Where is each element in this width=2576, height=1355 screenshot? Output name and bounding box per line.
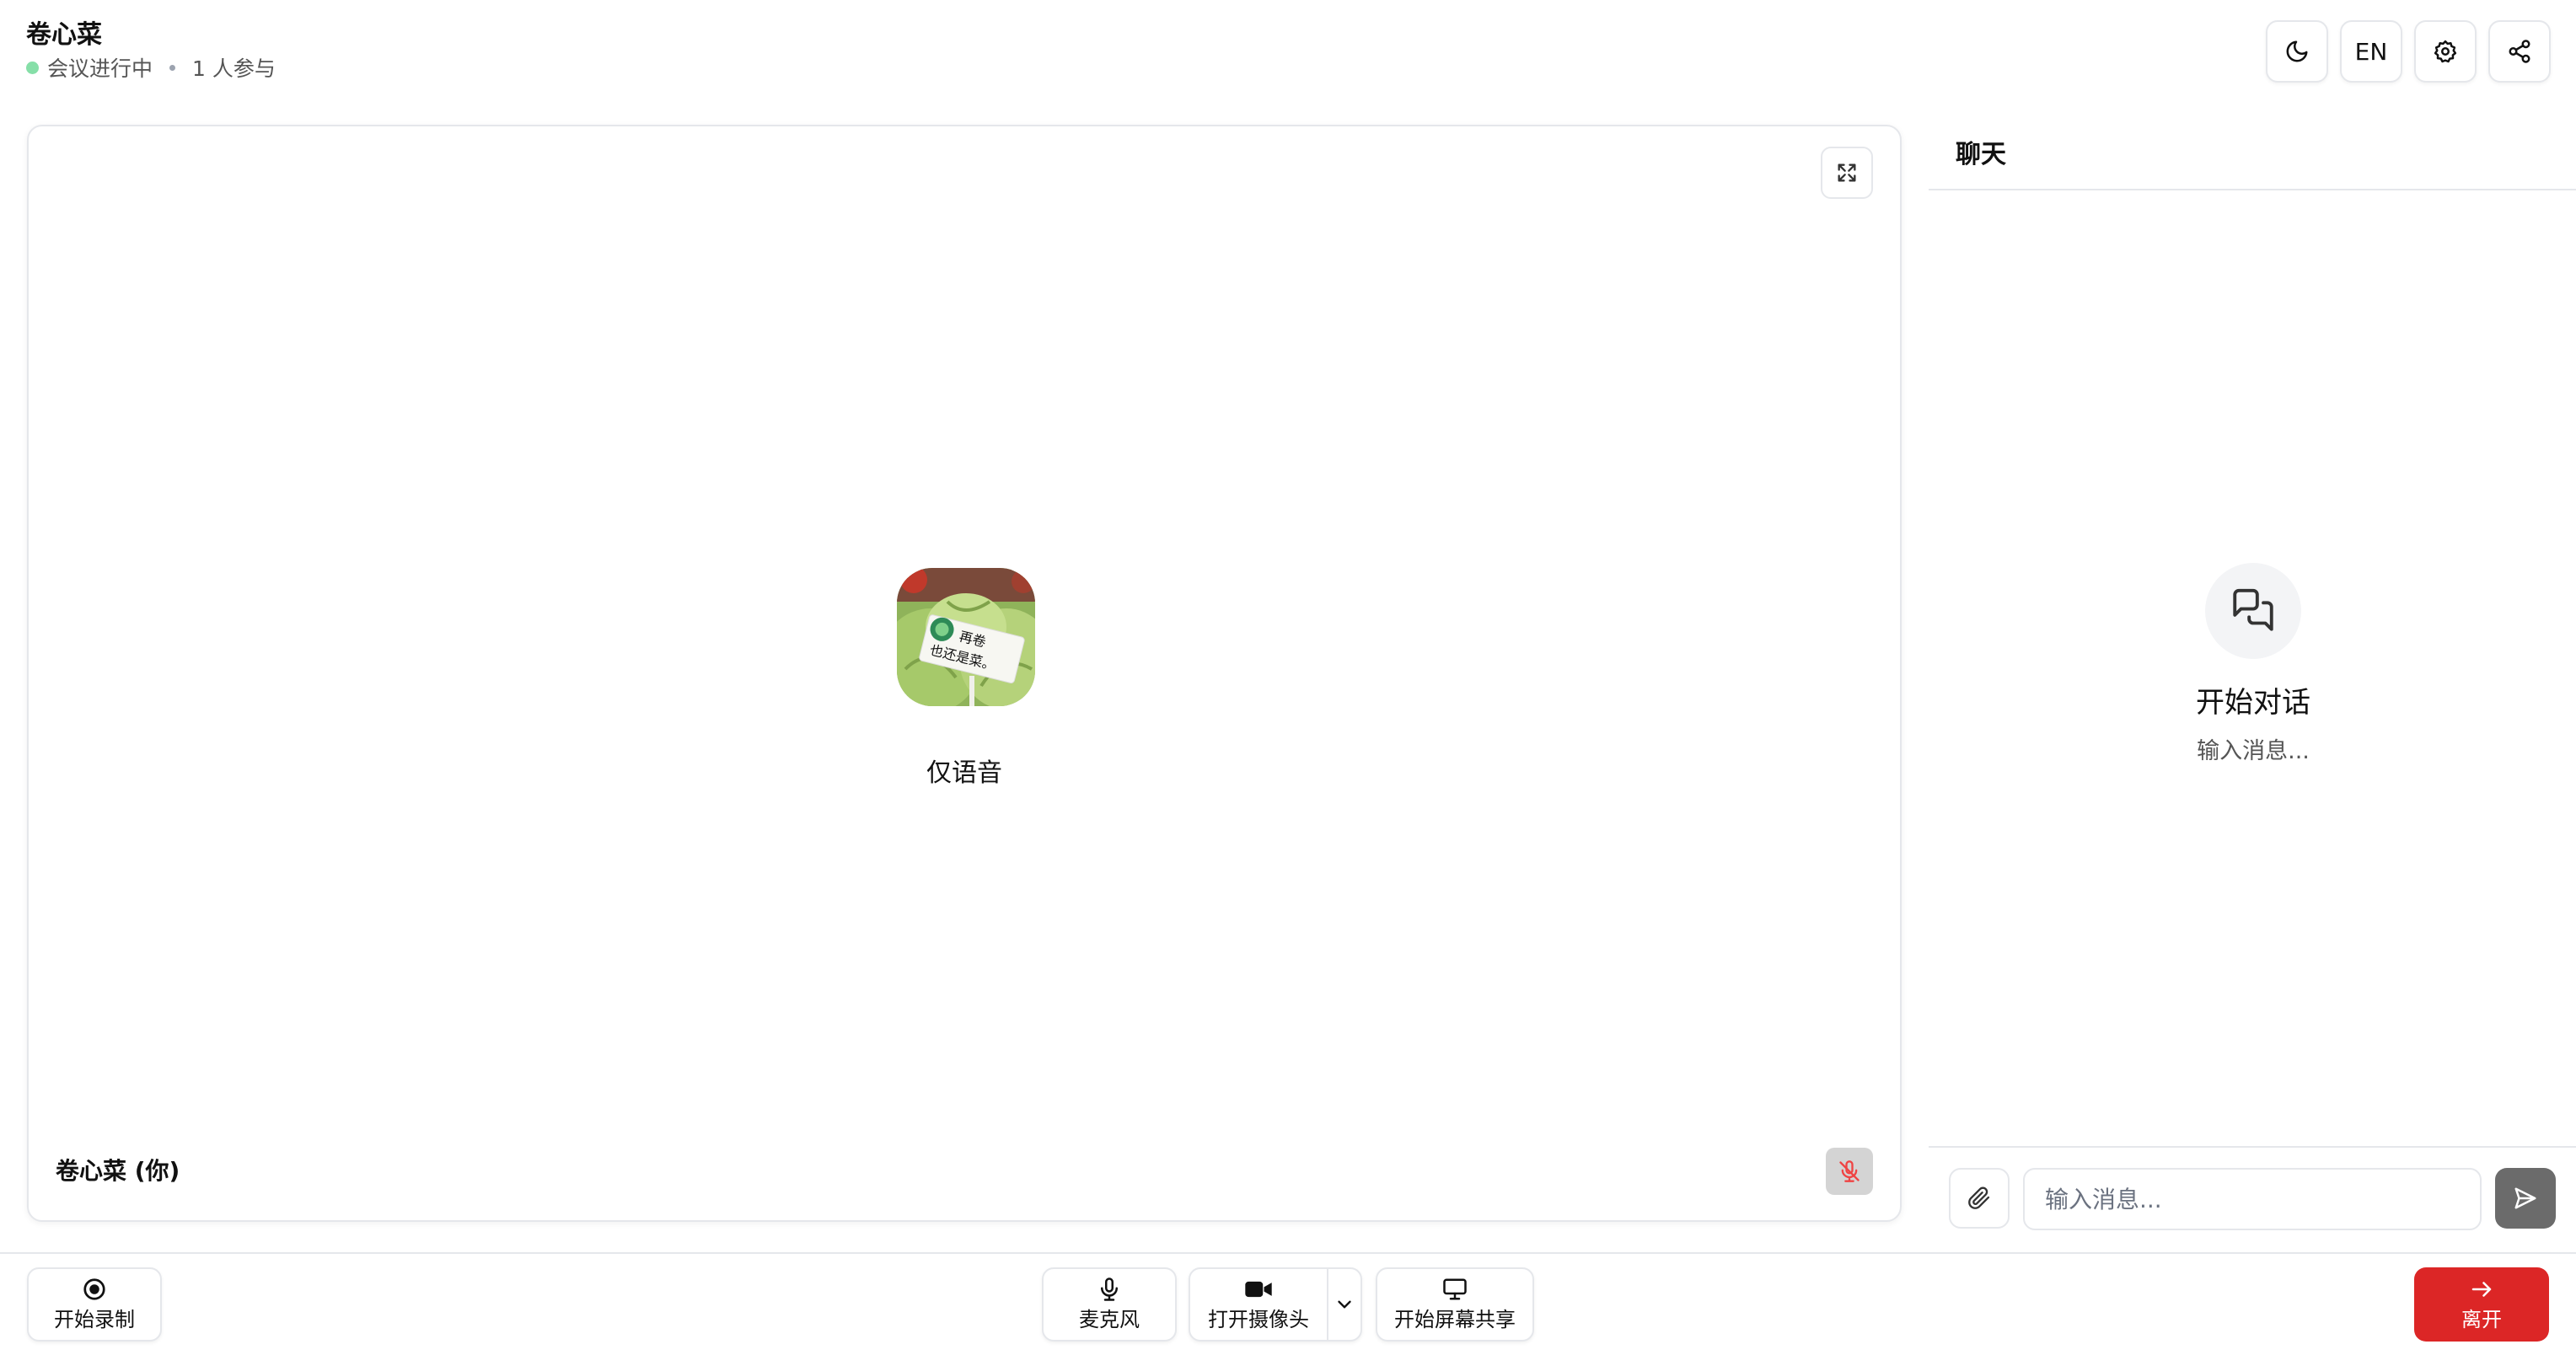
language-label: EN bbox=[2354, 37, 2388, 66]
send-icon bbox=[2514, 1187, 2536, 1209]
chat-input-divider bbox=[1929, 1146, 2576, 1148]
screen-share-label: 开始屏幕共享 bbox=[1394, 1308, 1516, 1331]
start-recording-button[interactable]: 开始录制 bbox=[27, 1267, 162, 1342]
video-camera-icon bbox=[1245, 1281, 1272, 1298]
chat-empty-state-icon bbox=[2205, 563, 2301, 659]
chat-empty-title: 开始对话 bbox=[2196, 686, 2310, 720]
settings-button[interactable] bbox=[2414, 20, 2477, 83]
start-recording-label: 开始录制 bbox=[54, 1308, 135, 1331]
avatar: 再卷 也还是菜。 bbox=[897, 568, 1035, 706]
screen-share-button[interactable]: 开始屏幕共享 bbox=[1376, 1267, 1534, 1342]
camera-options-dropdown[interactable] bbox=[1328, 1269, 1360, 1340]
microphone-button[interactable]: 麦克风 bbox=[1042, 1267, 1177, 1342]
camera-label: 打开摄像头 bbox=[1208, 1308, 1309, 1331]
chat-message-input[interactable] bbox=[2023, 1168, 2482, 1230]
settings-icon bbox=[2434, 40, 2457, 63]
record-icon bbox=[83, 1278, 105, 1300]
share-icon bbox=[2509, 40, 2530, 63]
leave-label: 离开 bbox=[2461, 1308, 2502, 1331]
chat-panel: 聊天 开始对话 输入消息... bbox=[1929, 118, 2576, 1251]
theme-toggle-button[interactable] bbox=[2266, 20, 2328, 83]
mic-muted-indicator bbox=[1826, 1148, 1873, 1195]
monitor-icon bbox=[1443, 1278, 1467, 1300]
microphone-label: 麦克风 bbox=[1079, 1308, 1140, 1331]
arrow-right-icon bbox=[2471, 1282, 2492, 1297]
cabbage-avatar-image: 再卷 也还是菜。 bbox=[897, 568, 1035, 706]
share-button[interactable] bbox=[2488, 20, 2551, 83]
attach-file-button[interactable] bbox=[1949, 1168, 2010, 1229]
leave-meeting-button[interactable]: 离开 bbox=[2414, 1267, 2549, 1342]
participant-name: 卷心菜 (你) bbox=[56, 1157, 180, 1185]
meeting-header: 卷心菜 会议进行中 1 人参与 EN bbox=[0, 0, 2576, 118]
toolbar-divider bbox=[0, 1252, 2576, 1254]
microphone-icon bbox=[1101, 1277, 1118, 1301]
chat-header-divider bbox=[1929, 189, 2576, 190]
moon-icon bbox=[2286, 40, 2308, 62]
fullscreen-button[interactable] bbox=[1821, 147, 1873, 199]
chat-empty-subtitle: 输入消息... bbox=[2197, 738, 2310, 764]
meeting-status: 会议进行中 1 人参与 bbox=[26, 52, 276, 83]
chat-title: 聊天 bbox=[1956, 140, 2006, 169]
room-title: 卷心菜 bbox=[26, 20, 102, 50]
chat-bubbles-icon bbox=[2233, 588, 2273, 631]
audio-only-label: 仅语音 bbox=[926, 758, 1002, 788]
language-toggle-button[interactable]: EN bbox=[2340, 20, 2402, 83]
status-indicator-dot bbox=[26, 61, 39, 74]
send-button[interactable] bbox=[2495, 1168, 2556, 1229]
separator-dot bbox=[169, 64, 176, 71]
mic-off-icon bbox=[1839, 1160, 1860, 1182]
camera-toggle-button[interactable]: 打开摄像头 bbox=[1190, 1269, 1328, 1340]
paperclip-icon bbox=[1968, 1186, 1990, 1209]
meeting-status-text: 会议进行中 bbox=[47, 56, 153, 81]
chevron-down-icon bbox=[1338, 1300, 1351, 1309]
camera-control-group: 打开摄像头 bbox=[1189, 1267, 1362, 1342]
expand-icon bbox=[1838, 163, 1856, 182]
video-tile: 再卷 也还是菜。 仅语音 卷心菜 (你) bbox=[27, 125, 1902, 1222]
participant-count: 1 人参与 bbox=[192, 56, 276, 81]
